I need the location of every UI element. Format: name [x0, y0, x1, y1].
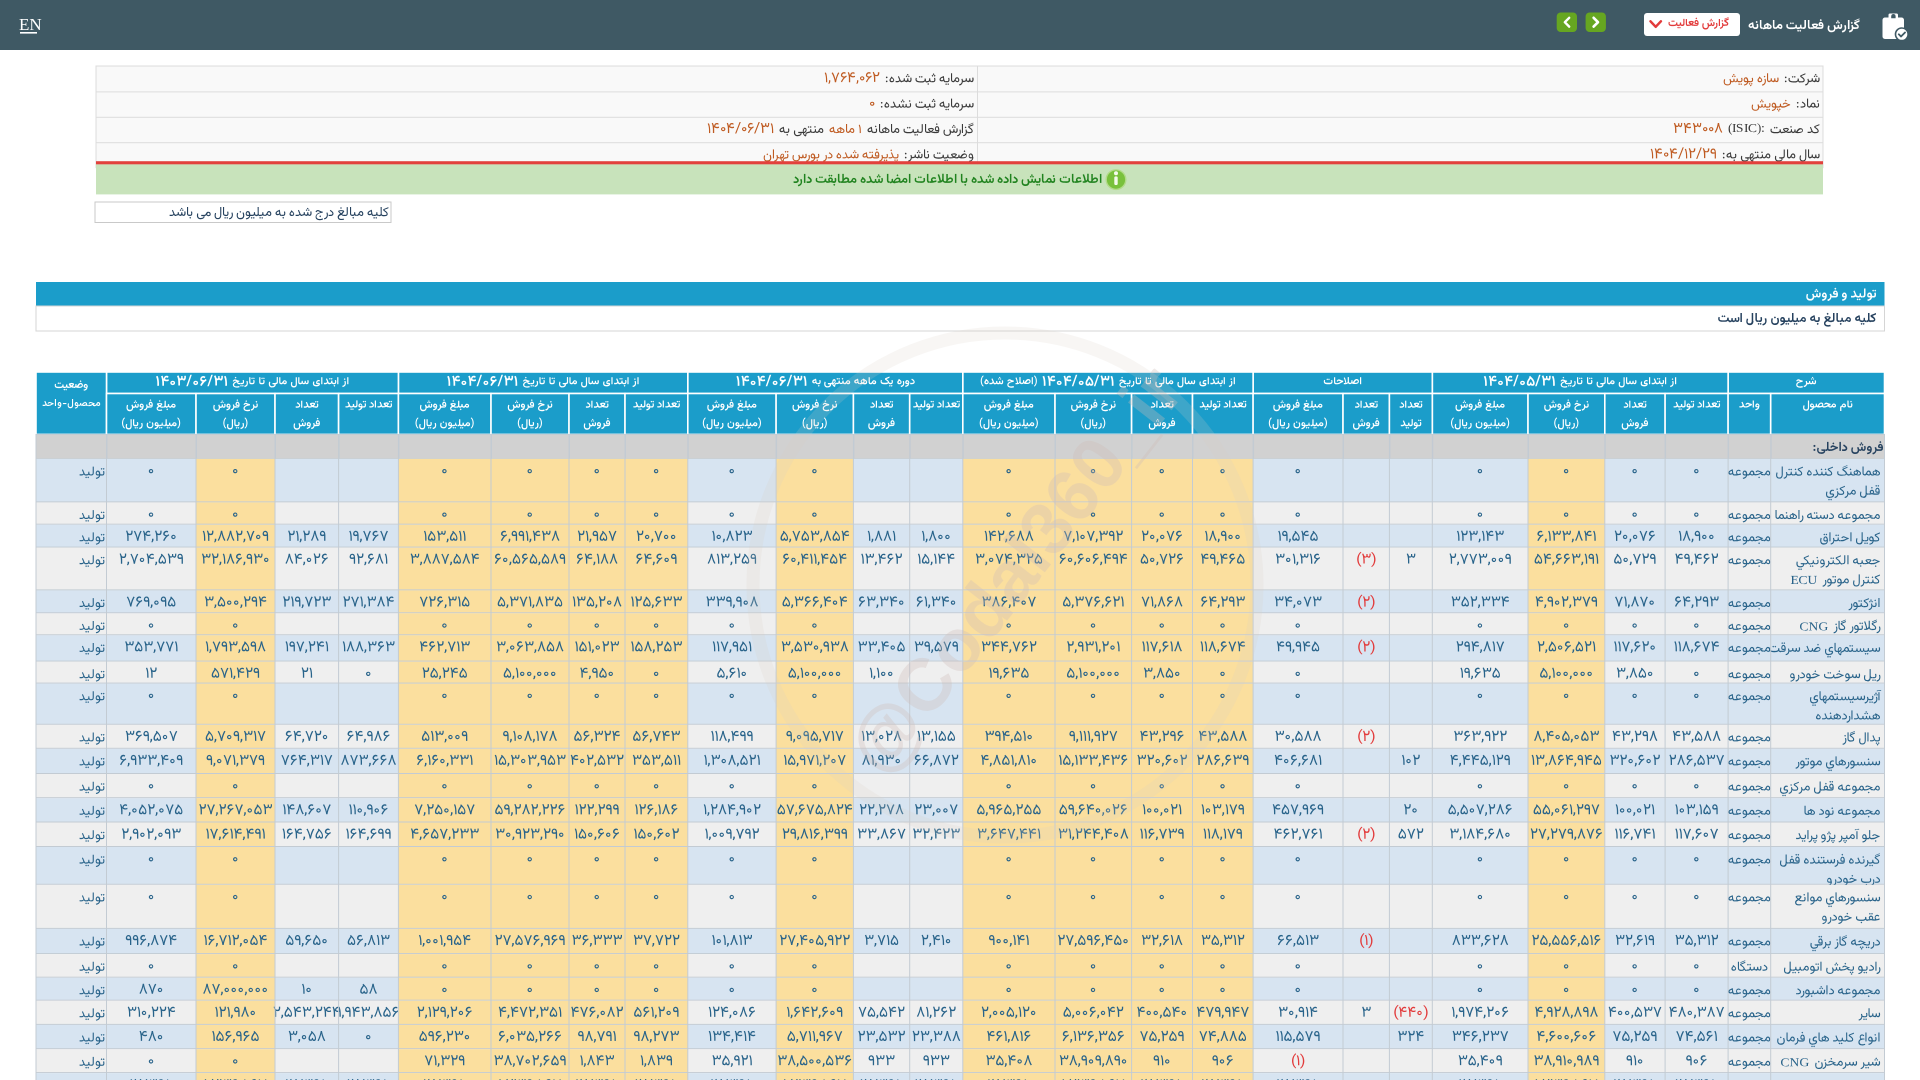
svg-text:EN: EN [19, 15, 42, 34]
